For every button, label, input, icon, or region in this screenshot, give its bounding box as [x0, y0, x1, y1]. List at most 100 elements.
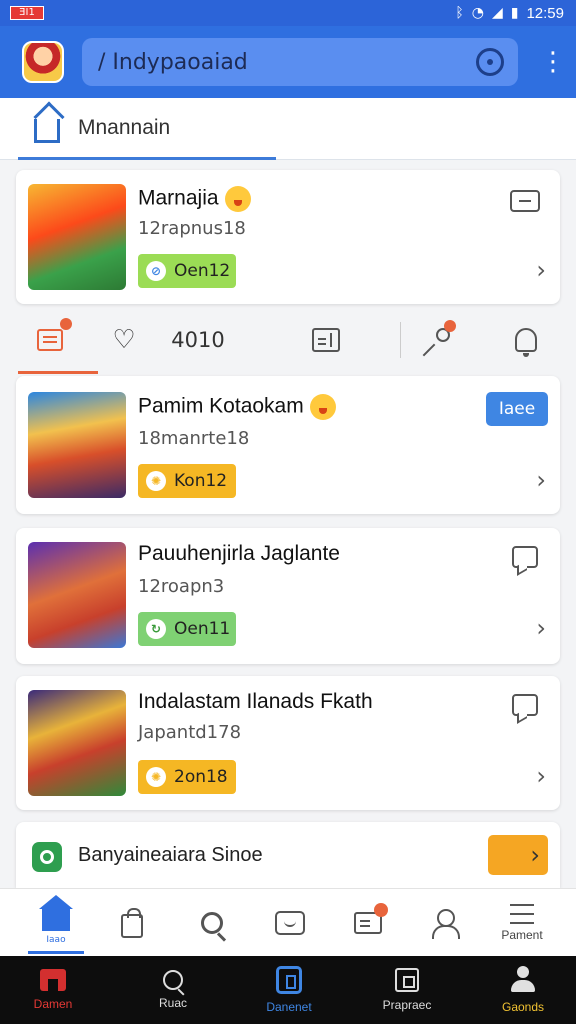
nav-inbox[interactable]	[250, 889, 330, 957]
frame-icon	[395, 968, 419, 992]
filter-active-indicator	[18, 371, 98, 374]
chevron-right-icon[interactable]: ›	[536, 762, 546, 790]
emoji-icon	[309, 394, 336, 420]
home-icon	[34, 118, 60, 143]
bottom-nav-primary: Iaao Pament	[0, 888, 576, 956]
nav2-item-5[interactable]: Gaonds	[478, 956, 568, 1024]
app-badge: ✺ Kon12	[138, 464, 236, 498]
nav2-item-2[interactable]: Ruac	[128, 956, 218, 1024]
phone-icon	[276, 966, 302, 994]
list-icon	[37, 329, 63, 351]
inbox-icon	[275, 911, 305, 935]
location-pin-icon	[32, 842, 62, 872]
chat-icon[interactable]	[512, 546, 538, 568]
chat-icon[interactable]	[512, 694, 538, 716]
nav-payment[interactable]: Pament	[482, 889, 562, 957]
nav2-label: Ruac	[158, 996, 187, 1010]
featured-badge: ⊘ Oen12	[138, 254, 236, 288]
app-subtitle: Japantd178	[138, 722, 242, 743]
promo-banner[interactable]: Banyaineaiara Sinoe ›	[16, 822, 560, 888]
featured-title: Marnajia	[138, 186, 251, 212]
search-icon	[201, 912, 223, 934]
featured-card[interactable]: Marnajia 12rapnus18 ⊘ Oen12 ›	[16, 170, 560, 304]
app-title: Pamim Kotaokam	[138, 394, 336, 420]
tab-home[interactable]: Mnannain	[18, 98, 276, 160]
nav2-label: Danenet	[266, 1000, 312, 1014]
nav-profile[interactable]	[404, 889, 484, 957]
search-icon[interactable]	[476, 48, 504, 76]
nav2-item-3[interactable]: Danenet	[244, 956, 334, 1024]
nav2-label: Gaonds	[501, 1000, 545, 1014]
list-item[interactable]: Pamim Kotaokam 18manrte18 ✺ Kon12 Iaee ›	[16, 376, 560, 514]
bluetooth-icon: ᛒ	[455, 5, 464, 21]
nav-shop[interactable]	[92, 889, 172, 957]
search-input[interactable]: / Indypaoaiad	[98, 50, 476, 75]
carrier-badge: ƎI1	[10, 6, 44, 20]
document-icon	[312, 328, 340, 352]
refresh-icon: ↻	[146, 619, 166, 639]
app-subtitle: 18manrte18	[138, 428, 250, 449]
shield-icon: ⊘	[146, 261, 166, 281]
nav-payment-label: Pament	[501, 928, 543, 942]
app-logo[interactable]	[22, 41, 64, 83]
app-thumbnail	[28, 542, 126, 648]
nav2-item-4[interactable]: Prapraec	[362, 956, 452, 1024]
person-icon	[429, 909, 460, 939]
featured-thumbnail	[28, 184, 126, 290]
app-badge: ↻ Oen11	[138, 612, 236, 646]
app-title: Indalastam Ilanads Fkath	[138, 690, 373, 713]
message-icon[interactable]	[510, 190, 540, 212]
filter-count[interactable]: 4010	[166, 320, 230, 360]
search-bar[interactable]: / Indypaoaiad	[82, 38, 518, 86]
person-icon	[509, 966, 537, 994]
filter-notifications[interactable]	[506, 320, 546, 360]
status-bar: ƎI1 ᛒ ◔ ◢ ▮ 12:59	[0, 0, 576, 26]
wifi-icon: ◔	[471, 5, 484, 21]
battery-icon: ▮	[510, 5, 519, 21]
install-button[interactable]: Iaee	[486, 392, 548, 426]
nav-search[interactable]	[172, 889, 252, 957]
shopping-bag-icon	[121, 908, 143, 938]
app-bar: / Indypaoaiad ⋮	[0, 26, 576, 98]
filter-document[interactable]	[306, 320, 346, 360]
nav2-label: Damen	[33, 997, 73, 1011]
app-badge-label: 2on18	[174, 767, 228, 787]
banner-arrow-button[interactable]: ›	[488, 835, 548, 875]
search-icon	[163, 970, 183, 990]
more-vert-icon[interactable]: ⋮	[540, 49, 566, 75]
app-badge: ✺ 2on18	[138, 760, 236, 794]
nav2-label: Prapraec	[382, 998, 432, 1012]
list-item[interactable]: Pauuhenjirla Jaglante 12roapn3 ↻ Oen11 ›	[16, 528, 560, 664]
tab-label: Mnannain	[78, 115, 171, 139]
bell-icon	[515, 328, 537, 357]
nav2-item-1[interactable]: Damen	[8, 956, 98, 1024]
app-subtitle: 12roapn3	[138, 576, 225, 597]
heart-icon: ♡	[112, 325, 136, 355]
smile-emoji-icon	[224, 186, 251, 212]
filter-favorites[interactable]: ♡	[104, 320, 144, 360]
sun-icon: ✺	[146, 471, 166, 491]
filter-key[interactable]	[416, 320, 460, 360]
notification-dot	[60, 318, 72, 330]
app-thumbnail	[28, 690, 126, 796]
divider	[400, 322, 401, 358]
app-badge-label: Oen11	[174, 619, 231, 639]
stack-icon	[510, 904, 534, 924]
tab-bar: Mnannain	[0, 98, 576, 160]
signal-icon: ◢	[491, 5, 503, 21]
notification-dot	[374, 903, 388, 917]
chevron-right-icon[interactable]: ›	[536, 256, 546, 284]
app-title: Pauuhenjirla Jaglante	[138, 542, 340, 565]
nav-home[interactable]: Iaao	[16, 889, 96, 957]
chevron-right-icon[interactable]: ›	[536, 466, 546, 494]
filter-row: ♡ 4010	[0, 310, 576, 374]
nav-active-indicator	[28, 951, 84, 954]
app-thumbnail	[28, 392, 126, 498]
filter-list[interactable]	[30, 318, 72, 360]
list-item[interactable]: Indalastam Ilanads Fkath Japantd178 ✺ 2o…	[16, 676, 560, 810]
notification-dot	[444, 320, 456, 332]
chevron-right-icon[interactable]: ›	[536, 614, 546, 642]
nav-cards[interactable]	[328, 889, 408, 957]
app-badge-label: Kon12	[174, 471, 228, 491]
banner-text: Banyaineaiara Sinoe	[78, 844, 263, 866]
